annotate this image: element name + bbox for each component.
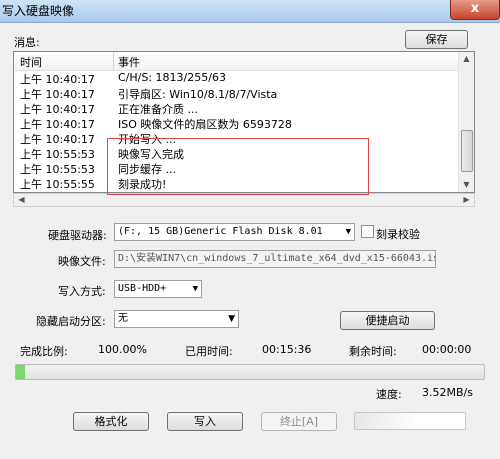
log-row[interactable]: 上午 10:40:17 正在准备介质 ... [14,101,460,116]
log-row-time: 上午 10:55:53 [20,163,95,176]
remaining-label: 剩余时间: [349,345,397,358]
log-row-event: 引导扇区: Win10/8.1/8/7/Vista [118,88,278,101]
verify-label: 刻录校验 [376,228,420,241]
write-method-label: 写入方式: [58,285,106,298]
progress-bar [15,364,485,380]
title-bar: 写入硬盘映像 x [0,0,500,23]
log-row[interactable]: 上午 10:40:17 ISO 映像文件的扇区数为 6593728 [14,116,460,131]
close-icon: x [470,1,480,16]
drive-label: 硬盘驱动器: [48,229,107,242]
speed-value: 3.52MB/s [422,386,473,399]
save-button[interactable]: 保存 [405,30,468,49]
chevron-down-icon: ▼ [228,314,235,324]
write-method-select[interactable]: USB-HDD+ ▼ [114,280,202,298]
log-row-time: 上午 10:40:17 [20,73,95,86]
log-row-time: 上午 10:55:53 [20,148,95,161]
write-button[interactable]: 写入 [167,412,243,431]
scroll-down-icon[interactable]: ▼ [459,180,474,189]
log-row[interactable]: 上午 10:55:55 刻录成功! [14,176,460,191]
image-file-label: 映像文件: [58,255,106,268]
log-row-event: 开始写入 ... [118,133,176,146]
write-disk-image-window: 写入硬盘映像 x 消息: 保存 时间 事件 上午 10:40:17 C/H/S: … [0,0,500,459]
complete-value: 100.00% [98,343,147,356]
log-header: 时间 事件 [14,52,460,71]
elapsed-value: 00:15:36 [262,343,312,356]
close-button[interactable]: x [450,0,500,20]
log-row-event: 同步缓存 ... [118,163,176,176]
vertical-scrollbar[interactable]: ▲ ▼ [458,52,474,192]
log-row-event: 刻录成功! [118,178,167,191]
hidden-partition-value: 无 [118,313,128,324]
elapsed-label: 已用时间: [185,345,233,358]
log-row[interactable]: 上午 10:40:17 开始写入 ... [14,131,460,146]
messages-label: 消息: [14,36,40,49]
chevron-down-icon: ▼ [192,284,198,294]
progress-fill [16,365,26,379]
log-row-time: 上午 10:40:17 [20,133,95,146]
complete-label: 完成比例: [20,345,68,358]
chevron-down-icon: ▼ [345,227,351,237]
verify-checkbox[interactable] [361,225,374,238]
speed-label: 速度: [376,388,402,401]
format-button[interactable]: 格式化 [73,412,149,431]
log-row-time: 上午 10:40:17 [20,103,95,116]
log-row[interactable]: 上午 10:55:53 映像写入完成 [14,146,460,161]
log-row-time: 上午 10:55:55 [20,178,95,191]
log-row-event: ISO 映像文件的扇区数为 6593728 [118,118,292,131]
horizontal-scrollbar[interactable]: ◀ ▶ [13,193,475,207]
drive-value: (F:, 15 GB)Generic Flash Disk 8.01 [118,226,323,237]
drive-select[interactable]: (F:, 15 GB)Generic Flash Disk 8.01 ▼ [114,223,355,241]
log-row-time: 上午 10:40:17 [20,118,95,131]
log-row[interactable]: 上午 10:55:53 同步缓存 ... [14,161,460,176]
log-row-event: 映像写入完成 [118,148,184,161]
write-method-value: USB-HDD+ [118,283,167,294]
blurred-button [354,412,466,430]
log-row[interactable]: 上午 10:40:17 引导扇区: Win10/8.1/8/7/Vista [14,86,460,101]
log-row[interactable]: 上午 10:40:17 C/H/S: 1813/255/63 [14,71,460,86]
column-event[interactable]: 事件 [118,54,140,70]
quick-boot-button[interactable]: 便捷启动 [340,311,435,330]
window-title: 写入硬盘映像 [2,4,75,18]
scroll-right-icon[interactable]: ▶ [459,195,474,204]
hidden-partition-select[interactable]: 无 ▼ [114,310,239,328]
scroll-up-icon[interactable]: ▲ [459,54,474,63]
message-log[interactable]: 时间 事件 上午 10:40:17 C/H/S: 1813/255/63 上午 10… [13,51,475,193]
abort-button[interactable]: 终止[A] [261,412,337,431]
image-file-field[interactable]: D:\安装WIN7\cn_windows_7_ultimate_x64_dvd_… [114,250,436,268]
log-row-event: 正在准备介质 ... [118,103,198,116]
log-row-event: C/H/S: 1813/255/63 [118,71,226,84]
hidden-partition-label: 隐藏启动分区: [36,315,106,328]
scroll-left-icon[interactable]: ◀ [14,195,29,204]
remaining-value: 00:00:00 [422,343,472,356]
scroll-thumb[interactable] [461,130,473,172]
column-separator [113,52,114,70]
column-time[interactable]: 时间 [20,54,42,70]
log-row-time: 上午 10:40:17 [20,88,95,101]
